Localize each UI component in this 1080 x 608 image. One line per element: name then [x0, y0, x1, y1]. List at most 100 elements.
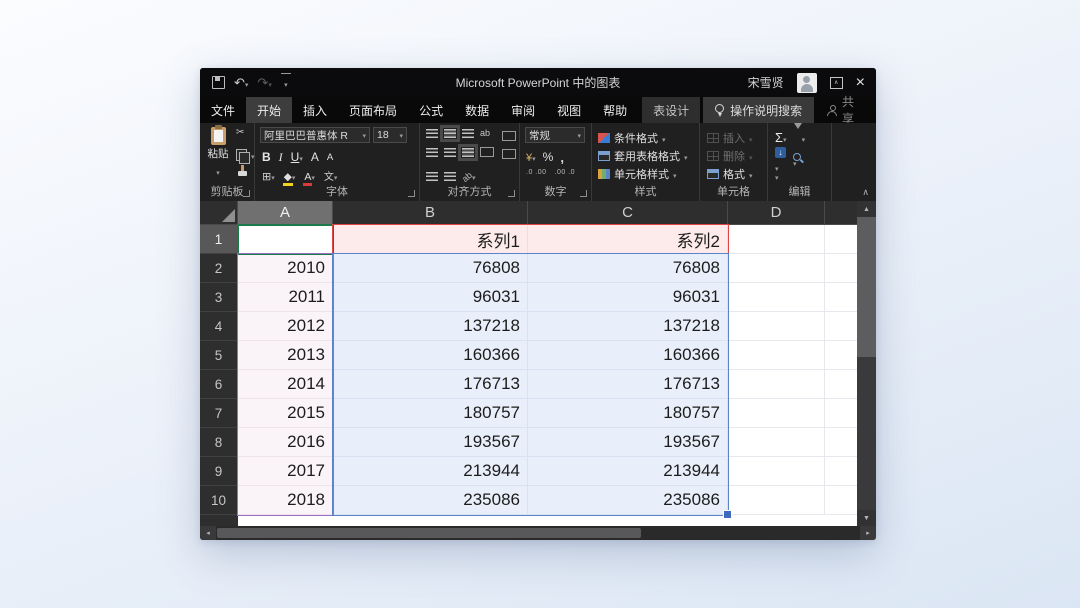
currency-dropdown-icon[interactable] [532, 148, 536, 166]
sort-filter-button[interactable] [793, 123, 806, 147]
cell-d10[interactable] [728, 486, 825, 515]
row-header-7[interactable]: 7 [200, 399, 238, 428]
select-all-corner[interactable] [200, 201, 238, 225]
cell-a2[interactable]: 2010 [238, 254, 333, 283]
cell-d6[interactable] [728, 370, 825, 399]
underline-button[interactable]: U [291, 148, 303, 166]
cell-a7[interactable]: 2015 [238, 399, 333, 428]
align-bottom-icon[interactable] [462, 129, 474, 138]
tab-help[interactable]: 帮助 [592, 97, 638, 123]
clipboard-dialog-launcher-icon[interactable] [243, 190, 250, 197]
horizontal-scrollbar[interactable] [200, 526, 876, 540]
cell-b10[interactable]: 235086 [333, 486, 528, 515]
cell-b8[interactable]: 193567 [333, 428, 528, 457]
cell-b5[interactable]: 160366 [333, 341, 528, 370]
cell-a9[interactable]: 2017 [238, 457, 333, 486]
wrap-text-icon[interactable] [480, 147, 494, 157]
scroll-right-icon[interactable] [860, 526, 876, 540]
tab-home[interactable]: 开始 [246, 97, 293, 123]
row-header-9[interactable]: 9 [200, 457, 238, 486]
cell-d1[interactable] [728, 225, 825, 254]
orientation-icon[interactable]: ab [480, 129, 490, 138]
align-center-icon[interactable] [444, 147, 456, 157]
cell-a4[interactable]: 2012 [238, 312, 333, 341]
tab-data[interactable]: 数据 [454, 97, 500, 123]
cell-a10[interactable]: 2018 [238, 486, 333, 515]
align-top-icon[interactable] [426, 129, 438, 138]
copy-dropdown-icon[interactable] [251, 146, 255, 164]
cell-b4[interactable]: 137218 [333, 312, 528, 341]
row-header-1[interactable]: 1 [200, 225, 238, 254]
row-header-8[interactable]: 8 [200, 428, 238, 457]
increase-indent-icon[interactable] [444, 171, 456, 181]
alignment-dialog-launcher-icon[interactable] [508, 190, 515, 197]
column-header-c[interactable]: C [528, 201, 728, 225]
percent-style-button[interactable]: % [543, 150, 554, 164]
cell-b1[interactable]: 系列1 [333, 225, 528, 254]
cell-d7[interactable] [728, 399, 825, 428]
cell-c3[interactable]: 96031 [528, 283, 728, 312]
paste-dropdown-icon[interactable] [216, 162, 220, 180]
close-icon[interactable]: × [856, 74, 865, 91]
number-dialog-launcher-icon[interactable] [580, 190, 587, 197]
cell-b2[interactable]: 76808 [333, 254, 528, 283]
cell-a6[interactable]: 2014 [238, 370, 333, 399]
merge-across-icon[interactable] [502, 149, 516, 159]
tab-view[interactable]: 视图 [546, 97, 592, 123]
tell-me-search[interactable]: 操作说明搜索 [703, 97, 815, 123]
row-header-4[interactable]: 4 [200, 312, 238, 341]
align-left-icon[interactable] [426, 147, 438, 157]
accounting-format-button[interactable]: ¥ [526, 148, 536, 166]
cell-c8[interactable]: 193567 [528, 428, 728, 457]
tab-insert[interactable]: 插入 [292, 97, 338, 123]
autosum-dropdown-icon[interactable] [783, 129, 787, 147]
cell-d8[interactable] [728, 428, 825, 457]
horizontal-scrollbar-thumb[interactable] [217, 528, 641, 538]
row-header-5[interactable]: 5 [200, 341, 238, 370]
tab-table-design[interactable]: 表设计 [642, 97, 701, 123]
decrease-indent-icon[interactable] [426, 171, 438, 181]
cell-b7[interactable]: 180757 [333, 399, 528, 428]
tab-review[interactable]: 审阅 [500, 97, 546, 123]
cell-b6[interactable]: 176713 [333, 370, 528, 399]
column-header-a[interactable]: A [238, 201, 333, 225]
cell-c1[interactable]: 系列2 [528, 225, 728, 254]
cell-b9[interactable]: 213944 [333, 457, 528, 486]
customize-qat-icon[interactable] [280, 73, 291, 92]
cell-a8[interactable]: 2016 [238, 428, 333, 457]
align-right-icon[interactable] [458, 143, 478, 161]
cell-d4[interactable] [728, 312, 825, 341]
column-header-d[interactable]: D [728, 201, 825, 225]
cell-c10[interactable]: 235086 [528, 486, 728, 515]
sort-filter-dropdown-icon[interactable] [802, 129, 806, 147]
decrease-decimal-icon[interactable]: .00 .0 [555, 169, 576, 176]
font-name-combo[interactable]: 阿里巴巴普惠体 R [260, 127, 370, 143]
range-fill-handle[interactable] [723, 510, 732, 519]
row-header-3[interactable]: 3 [200, 283, 238, 312]
tab-formulas[interactable]: 公式 [408, 97, 454, 123]
cell-d9[interactable] [728, 457, 825, 486]
cell-a5[interactable]: 2013 [238, 341, 333, 370]
cell-d5[interactable] [728, 341, 825, 370]
vertical-scrollbar-thumb[interactable] [857, 217, 876, 357]
row-header-10[interactable]: 10 [200, 486, 238, 515]
grow-font-button[interactable]: A [311, 150, 319, 164]
font-dialog-launcher-icon[interactable] [408, 190, 415, 197]
tab-page-layout[interactable]: 页面布局 [338, 97, 408, 123]
cell-a3[interactable]: 2011 [238, 283, 333, 312]
bold-button[interactable]: B [262, 150, 271, 164]
copy-button[interactable] [236, 146, 255, 164]
cell-b3[interactable]: 96031 [333, 283, 528, 312]
format-cells-button[interactable]: 格式 [707, 165, 753, 183]
restore-window-icon[interactable]: ∧ [829, 76, 843, 89]
vertical-scrollbar[interactable] [857, 201, 876, 526]
cell-d2[interactable] [728, 254, 825, 283]
number-format-combo[interactable]: 常规 [525, 127, 585, 143]
cell-c5[interactable]: 160366 [528, 341, 728, 370]
scroll-up-icon[interactable] [857, 201, 876, 217]
cell-c4[interactable]: 137218 [528, 312, 728, 341]
cell-c6[interactable]: 176713 [528, 370, 728, 399]
shrink-font-button[interactable]: A [327, 152, 333, 163]
merge-center-icon[interactable] [502, 131, 516, 141]
cell-c7[interactable]: 180757 [528, 399, 728, 428]
